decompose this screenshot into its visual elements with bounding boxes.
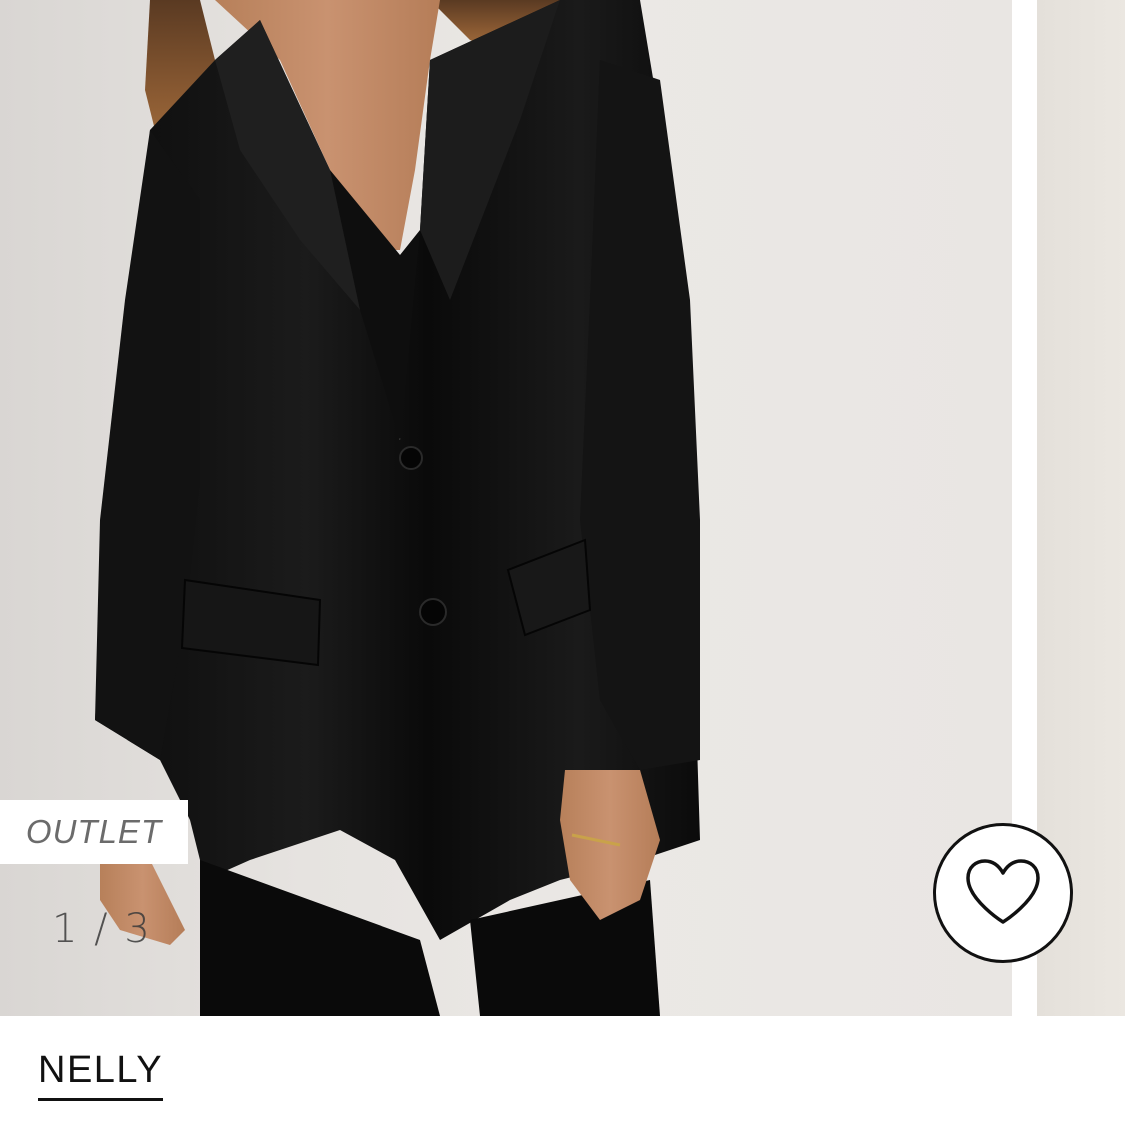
product-image-carousel[interactable]: OUTLET 1 / 3 <box>0 0 1125 1016</box>
outlet-badge: OUTLET <box>0 800 188 864</box>
add-to-favourites-button[interactable] <box>933 823 1073 963</box>
brand-link[interactable]: NELLY <box>38 1048 164 1101</box>
product-info-area <box>0 1016 1125 1124</box>
image-pagination-counter: 1 / 3 <box>52 906 152 952</box>
product-page: OUTLET 1 / 3 NELLY <box>0 0 1125 1124</box>
heart-outline-icon <box>966 859 1040 924</box>
